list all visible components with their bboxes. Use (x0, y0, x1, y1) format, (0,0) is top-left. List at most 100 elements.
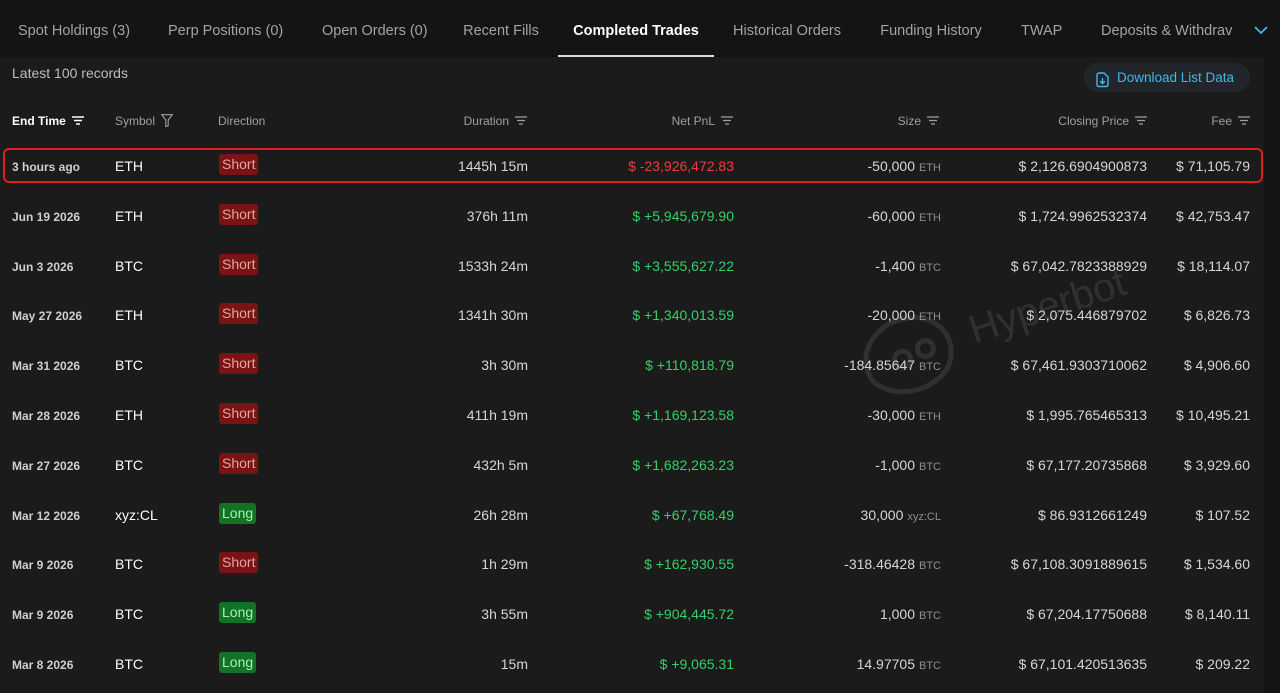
tabs-scroll-button[interactable] (1234, 0, 1280, 57)
size-unit: BTC (919, 610, 941, 623)
fee-cell: $ 71,105.79 (1176, 158, 1250, 174)
duration-cell: 1533h 24m (457, 257, 528, 274)
column-label: Size (897, 114, 921, 128)
table-row[interactable]: Mar 27 2026 BTC Short 432h 5m $ +1,682,263.2… (0, 440, 1264, 490)
download-icon (1094, 69, 1111, 98)
size-cell: -1,000 BTC (875, 457, 941, 475)
tab-twap[interactable]: TWAP (1021, 0, 1062, 57)
duration-cell: 15m (500, 656, 528, 672)
size-unit: ETH (919, 311, 941, 324)
scrollbar[interactable] (1264, 57, 1280, 693)
end-time-cell: 3 hours ago (12, 160, 81, 174)
closing-price-cell: $ 2,126.6904900873 (1018, 158, 1147, 174)
tab-perp-positions[interactable]: Perp Positions (0) (168, 0, 283, 57)
fee-cell: $ 107.52 (1195, 506, 1251, 523)
end-time-cell: Jun 3 2026 (12, 259, 74, 274)
closing-price-cell: $ 67,177.20735868 (1026, 456, 1147, 473)
chevron-down-icon (1254, 26, 1268, 35)
size-value: -184.85647 (844, 357, 915, 374)
size-unit: BTC (919, 660, 941, 672)
direction-badge: Short (219, 353, 259, 375)
table-row[interactable]: May 27 2026 ETH Short 1341h 30m $ +1,340,013… (0, 290, 1264, 340)
fee-cell: $ 18,114.07 (1177, 257, 1250, 274)
sort-icon (1238, 116, 1250, 125)
table-row[interactable]: Mar 8 2026 BTC Long 15m $ +9,065.31 14.97705 B… (0, 639, 1264, 689)
size-cell: 30,000 xyz:CL (861, 507, 941, 525)
net-pnl-cell: $ +1,169,123.58 (632, 407, 734, 423)
tab-completed-trades[interactable]: Completed Trades (558, 0, 714, 57)
duration-cell: 1h 29m (481, 556, 528, 573)
direction-badge: Short (219, 253, 259, 275)
size-cell: -30,000 ETH (868, 407, 941, 425)
duration-cell: 376h 11m (466, 207, 528, 224)
table-row[interactable]: Jun 19 2026 ETH Short 376h 11m $ +5,945,679.… (0, 191, 1264, 241)
filter-icon (160, 114, 174, 128)
size-cell: -1,400 BTC (875, 258, 941, 276)
symbol-cell: BTC (115, 257, 143, 274)
fee-cell: $ 1,534.60 (1183, 556, 1250, 573)
direction-badge: Long (219, 602, 257, 624)
column-header-closing-price[interactable]: Closing Price (1058, 113, 1147, 129)
table-row[interactable]: Mar 9 2026 BTC Long 3h 55m $ +904,445.72 1,00… (0, 589, 1264, 639)
size-value: 30,000 (860, 506, 904, 523)
symbol-cell: BTC (115, 656, 143, 672)
end-time-cell: Mar 28 2026 (12, 409, 81, 423)
tab-deposits-withdrawals[interactable]: Deposits & Withdrav (1101, 0, 1241, 57)
size-value: -30,000 (867, 407, 915, 423)
net-pnl-cell: $ +5,945,679.90 (632, 207, 734, 224)
size-unit: BTC (919, 361, 941, 374)
tab-open-orders[interactable]: Open Orders (0) (322, 0, 428, 57)
fee-cell: $ 10,495.21 (1176, 407, 1250, 423)
direction-badge: Long (219, 502, 257, 524)
direction-badge: Short (219, 154, 259, 175)
table-row[interactable]: Jun 3 2026 BTC Short 1533h 24m $ +3,555,627.… (0, 241, 1264, 291)
fee-cell: $ 8,140.11 (1184, 606, 1250, 623)
tab-spot-holdings[interactable]: Spot Holdings (3) (18, 0, 130, 57)
direction-badge: Short (219, 203, 259, 225)
table-row[interactable]: 3 hours ago ETH Short 1445h 15m $ -23,926,47… (0, 141, 1264, 191)
table-row[interactable]: Mar 28 2026 ETH Short 411h 19m $ +1,169,123.… (0, 390, 1264, 440)
column-label: End Time (12, 114, 66, 128)
table-row[interactable]: Mar 9 2026 BTC Short 1h 29m $ +162,930.55 -31… (0, 539, 1264, 589)
closing-price-cell: $ 67,461.9303710062 (1010, 357, 1147, 374)
column-header-symbol[interactable]: Symbol (115, 113, 174, 129)
closing-price-cell: $ 67,204.17750688 (1026, 606, 1147, 623)
end-time-cell: Mar 8 2026 (12, 658, 74, 672)
sort-icon (515, 116, 527, 125)
column-header-size[interactable]: Size (898, 113, 939, 129)
net-pnl-cell: $ +3,555,627.22 (632, 257, 734, 274)
end-time-cell: Mar 12 2026 (12, 508, 81, 523)
symbol-cell: BTC (115, 357, 143, 374)
symbol-cell: BTC (115, 456, 143, 473)
column-header-fee[interactable]: Fee (1211, 113, 1250, 129)
size-value: -20,000 (867, 307, 915, 324)
download-list-button[interactable]: Download List Data (1084, 63, 1250, 92)
size-unit: BTC (919, 460, 941, 473)
column-header-net-pnl[interactable]: Net PnL (672, 113, 733, 129)
symbol-cell: BTC (115, 556, 143, 573)
fee-cell: $ 6,826.73 (1183, 307, 1250, 324)
tab-historical-orders[interactable]: Historical Orders (733, 0, 841, 57)
table-row[interactable]: Mar 31 2026 BTC Short 3h 30m $ +110,818.79 -1… (0, 340, 1264, 390)
end-time-cell: Mar 9 2026 (12, 608, 74, 623)
symbol-cell: ETH (115, 307, 143, 324)
tab-recent-fills[interactable]: Recent Fills (463, 0, 539, 57)
size-cell: -184.85647 BTC (844, 357, 941, 375)
duration-cell: 3h 30m (481, 357, 528, 374)
size-value: -1,000 (875, 456, 915, 473)
net-pnl-cell: $ +162,930.55 (644, 556, 734, 573)
symbol-cell: xyz:CL (115, 506, 158, 523)
column-label: Symbol (115, 114, 156, 128)
tab-funding-history[interactable]: Funding History (880, 0, 982, 57)
direction-badge: Long (219, 652, 257, 673)
size-value: 1,000 (879, 606, 915, 623)
column-header-duration[interactable]: Duration (464, 113, 527, 129)
size-cell: -318.46428 BTC (844, 556, 941, 574)
column-header-end-time[interactable]: End Time (12, 113, 84, 129)
closing-price-cell: $ 67,101.420513635 (1018, 656, 1147, 672)
table-row[interactable]: Mar 12 2026 xyz:CL Long 26h 28m $ +67,768.49… (0, 490, 1264, 540)
download-list-label: Download List Data (1117, 70, 1235, 85)
column-label: Duration (463, 114, 509, 128)
size-value: 14.97705 (856, 656, 915, 672)
size-value: -1,400 (875, 257, 915, 274)
